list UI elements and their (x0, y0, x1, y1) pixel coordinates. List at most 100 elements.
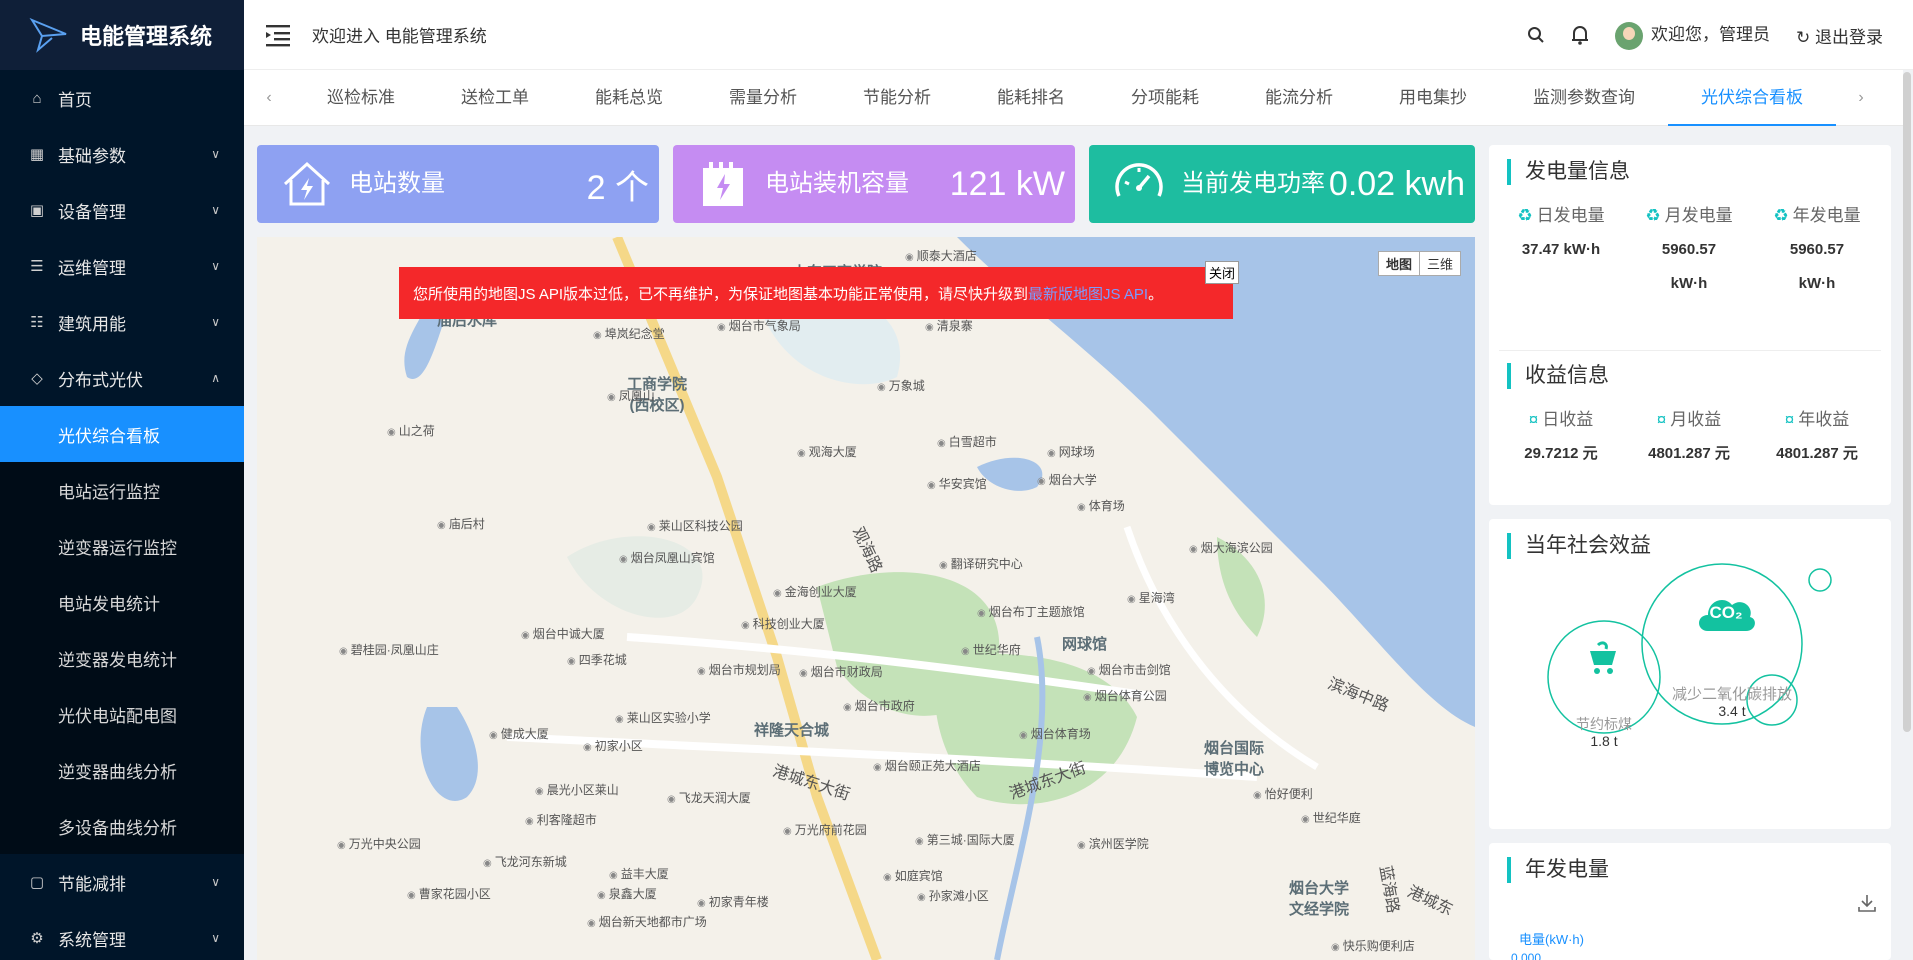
sub-item-distribution-diagram[interactable]: 光伏电站配电图 (0, 686, 244, 742)
map-poi[interactable]: 烟台市击剑馆 (1087, 661, 1171, 678)
map-poi[interactable]: 体育场 (1077, 497, 1125, 514)
sub-item-station-stats[interactable]: 电站发电统计 (0, 574, 244, 630)
map-2d-button[interactable]: 地图 (1379, 252, 1420, 275)
sub-item-inverter-curve[interactable]: 逆变器曲线分析 (0, 742, 244, 798)
station-map[interactable]: 庙后水库 工商学院 (西校区) 网球馆 祥隆天合城 烟台国际 博览中心 烟台大学… (257, 237, 1475, 960)
map-poi[interactable]: 白雪超市 (937, 433, 997, 450)
tab-saving-analysis[interactable]: 节能分析 (830, 70, 964, 126)
map-poi[interactable]: 第三城·国际大厦 (915, 831, 1015, 848)
tab-pv-dashboard[interactable]: 光伏综合看板 (1668, 70, 1836, 126)
map-poi[interactable]: 滨州医学院 (1077, 835, 1149, 852)
map-poi[interactable]: 利客隆超市 (525, 811, 597, 828)
search-icon[interactable] (1527, 26, 1545, 44)
map-poi[interactable]: 快乐购便利店 (1331, 937, 1415, 954)
map-poi[interactable]: 泉鑫大厦 (597, 885, 657, 902)
map-poi[interactable]: 烟台市规划局 (697, 661, 781, 678)
sub-item-inverter-monitor[interactable]: 逆变器运行监控 (0, 518, 244, 574)
sub-item-station-monitor[interactable]: 电站运行监控 (0, 462, 244, 518)
map-poi[interactable]: 万光府前花园 (783, 821, 867, 838)
map-poi[interactable]: 顺泰大酒店 (905, 247, 977, 264)
map-poi[interactable]: 烟台市气象局 (717, 317, 801, 334)
map-poi[interactable]: 飞龙河东新城 (483, 853, 567, 870)
map-poi[interactable]: 烟台体育公园 (1083, 687, 1167, 704)
tab-param-query[interactable]: 监测参数查询 (1500, 70, 1668, 126)
map-poi[interactable]: 烟台市财政局 (799, 663, 883, 680)
download-icon[interactable] (1857, 893, 1877, 913)
bell-icon[interactable] (1571, 25, 1589, 45)
sub-item-multi-device-curve[interactable]: 多设备曲线分析 (0, 798, 244, 854)
user-greeting[interactable]: 欢迎您，管理员 (1615, 20, 1770, 50)
tab-inspection-order[interactable]: 送检工单 (428, 70, 562, 126)
map-poi[interactable]: 烟台颐正苑大酒店 (873, 757, 981, 774)
page-scrollbar[interactable] (1903, 72, 1911, 732)
map-poi[interactable]: 星海湾 (1127, 589, 1175, 606)
tab-itemized-energy[interactable]: 分项能耗 (1098, 70, 1232, 126)
logout-button[interactable]: ↻ 退出登录 (1796, 23, 1883, 48)
warning-close-button[interactable]: 关闭 (1204, 261, 1239, 284)
map-poi[interactable]: 烟台体育场 (1019, 725, 1091, 742)
map-poi[interactable]: 烟台大学 (1037, 471, 1097, 488)
menu-system-management[interactable]: ⚙ 系统管理 ∨ (0, 910, 244, 960)
map-poi[interactable]: 凤凰山 (607, 387, 655, 404)
map-poi[interactable]: 烟台凤凰山宾馆 (619, 549, 715, 566)
menu-distributed-pv[interactable]: ◇ 分布式光伏 ∧ (0, 350, 244, 406)
tab-demand-analysis[interactable]: 需量分析 (696, 70, 830, 126)
map-poi[interactable]: 埠岚纪念堂 (593, 325, 665, 342)
greeting-text: 欢迎您，管理员 (1651, 25, 1771, 45)
menu-energy-saving[interactable]: ▢ 节能减排 ∨ (0, 854, 244, 910)
menu-device-management[interactable]: ▣ 设备管理 ∨ (0, 182, 244, 238)
map-poi[interactable]: 孙家滩小区 (917, 887, 989, 904)
map-poi[interactable]: 科技创业大厦 (741, 615, 825, 632)
menu-home[interactable]: ⌂ 首页 (0, 70, 244, 126)
map-poi[interactable]: 健成大厦 (489, 725, 549, 742)
map-poi[interactable]: 世纪华庭 (1301, 809, 1361, 826)
map-poi[interactable]: 怡好便利 (1253, 785, 1313, 802)
map-poi[interactable]: 晨光小区莱山 (535, 781, 619, 798)
menu-collapse-icon[interactable] (264, 23, 294, 47)
map-poi[interactable]: 烟台布丁主题旅馆 (977, 603, 1085, 620)
tab-energy-flow[interactable]: 能流分析 (1232, 70, 1366, 126)
map-poi[interactable]: 莱山区科技公园 (647, 517, 743, 534)
map-poi[interactable]: 烟台市政府 (843, 697, 915, 714)
sub-item-inverter-stats[interactable]: 逆变器发电统计 (0, 630, 244, 686)
map-3d-button[interactable]: 三维 (1420, 252, 1460, 275)
map-poi[interactable]: 金海创业大厦 (773, 583, 857, 600)
menu-ops-management[interactable]: ☰ 运维管理 ∨ (0, 238, 244, 294)
map-poi[interactable]: 四季花城 (567, 651, 627, 668)
kpi-value: 37.47 kW·h (1521, 241, 1601, 258)
map-poi[interactable]: 庙后村 (437, 515, 485, 532)
map-poi[interactable]: 莱山区实验小学 (615, 709, 711, 726)
map-poi[interactable]: 华安宾馆 (927, 475, 987, 492)
map-poi[interactable]: 观海大厦 (797, 443, 857, 460)
gear-icon: ⚙ (30, 930, 44, 947)
map-poi[interactable]: 万象城 (877, 377, 925, 394)
map-poi[interactable]: 如庭宾馆 (883, 867, 943, 884)
app-logo[interactable]: 电能管理系统 (0, 0, 244, 70)
map-poi[interactable]: 益丰大厦 (609, 865, 669, 882)
map-poi[interactable]: 山之荷 (387, 422, 435, 439)
map-poi[interactable]: 飞龙天润大厦 (667, 789, 751, 806)
map-poi[interactable]: 烟台新天地都市广场 (587, 913, 707, 930)
tab-energy-overview[interactable]: 能耗总览 (562, 70, 696, 126)
map-poi[interactable]: 曹家花园小区 (407, 885, 491, 902)
tab-meter-reading[interactable]: 用电集抄 (1366, 70, 1500, 126)
map-poi[interactable]: 烟大海滨公园 (1189, 539, 1273, 556)
sub-item-pv-dashboard[interactable]: 光伏综合看板 (0, 406, 244, 462)
map-poi[interactable]: 世纪华府 (961, 641, 1021, 658)
map-poi[interactable]: 烟台中诚大厦 (521, 625, 605, 642)
map-poi[interactable]: 清泉寨 (925, 317, 973, 334)
map-poi[interactable]: 初家小区 (583, 737, 643, 754)
map-poi[interactable]: 初家青年楼 (697, 893, 769, 910)
map-poi[interactable]: 碧桂园·凤凰山庄 (339, 641, 439, 658)
upgrade-link[interactable]: 最新版地图JS API (1028, 283, 1148, 304)
tab-energy-ranking[interactable]: 能耗排名 (964, 70, 1098, 126)
menu-building-energy[interactable]: ☷ 建筑用能 ∨ (0, 294, 244, 350)
chevron-left-icon[interactable]: ‹ (244, 89, 294, 107)
map-poi[interactable]: 网球场 (1047, 443, 1095, 460)
map-poi[interactable]: 翻译研究中心 (939, 555, 1023, 572)
map-poi[interactable]: 万光中央公园 (337, 835, 421, 852)
tab-inspection-standard[interactable]: 巡检标准 (294, 70, 428, 126)
kpi-label: 日发电量 (1536, 206, 1605, 225)
menu-basic-params[interactable]: ▦ 基础参数 ∨ (0, 126, 244, 182)
chevron-right-icon[interactable]: › (1836, 89, 1886, 107)
